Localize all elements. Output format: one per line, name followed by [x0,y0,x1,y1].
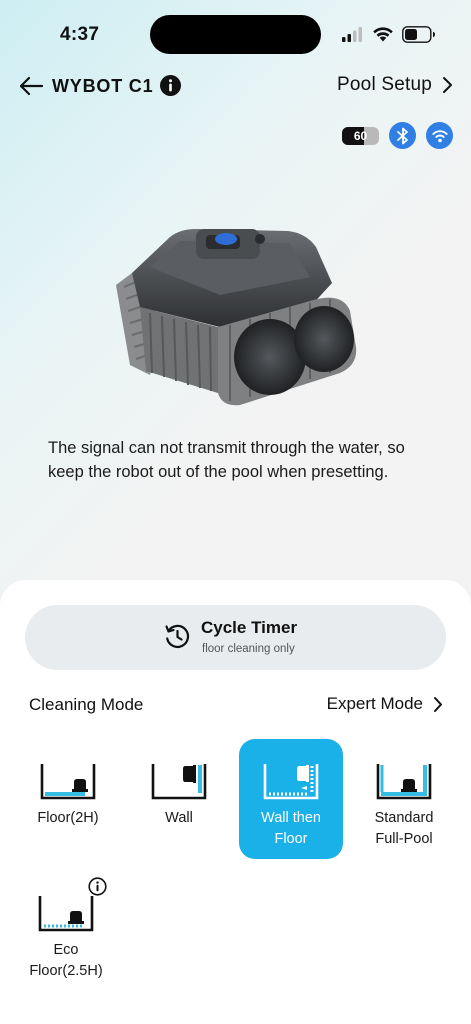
chevron-right-icon [443,77,452,93]
cycle-timer-subtitle: floor cleaning only [202,643,295,655]
cycle-timer-icon [165,624,190,648]
wall-mode-icon [151,764,207,800]
wifi-status-icon [373,27,393,42]
mode-wall-then-floor[interactable]: Wall then Floor [239,739,343,859]
status-bar: 4:37 [0,0,471,70]
info-icon[interactable] [88,877,107,896]
full-pool-mode-icon [376,764,432,800]
dynamic-island [150,15,321,54]
mode-label: Wall then Floor [261,810,321,847]
pool-robot-image [116,229,357,406]
cycle-timer-title: Cycle Timer [201,618,298,637]
top-nav: WYBOT C1 Pool Setup [0,70,471,102]
expert-mode-link[interactable]: Expert Mode [327,694,443,714]
mode-standard-full-pool[interactable]: Standard Full-Pool [352,740,456,860]
mode-label: Floor(2H) [37,810,99,826]
wall-then-floor-mode-icon [263,764,319,800]
robot-battery-level: 60 [353,128,368,143]
mode-label: Eco Floor(2.5H) [29,942,103,979]
mode-label: Standard Full-Pool [374,810,434,847]
battery-status-icon [402,26,435,43]
mode-floor-2h[interactable]: Floor(2H) [16,740,120,840]
pool-setup-label: Pool Setup [337,74,432,95]
cleaning-mode-title: Cleaning Mode [29,695,144,714]
signal-notice: The signal can not transmit through the … [48,439,405,481]
robot-battery-indicator: 60 [342,126,379,145]
status-time: 4:37 [60,24,100,45]
device-indicators: 60 [342,122,453,149]
cleaning-mode-header: Cleaning Mode Expert Mode [29,694,449,718]
bluetooth-icon [389,122,416,149]
chevron-right-icon [434,696,442,712]
wifi-icon [426,122,453,149]
expert-mode-label: Expert Mode [326,694,423,713]
back-arrow-icon[interactable] [18,74,44,98]
pool-setup-link[interactable]: Pool Setup [337,74,453,96]
eco-floor-mode-icon [38,896,94,932]
cellular-signal-icon [342,27,362,42]
mode-wall[interactable]: Wall [127,740,231,840]
mode-label: Wall [165,810,193,826]
control-sheet: Cycle Timer floor cleaning only Cleaning… [0,580,471,1024]
info-icon[interactable] [160,75,181,96]
floor-mode-icon [40,764,96,800]
device-name: WYBOT C1 [52,76,154,96]
mode-eco-floor[interactable]: Eco Floor(2.5H) [14,874,118,984]
cycle-timer-button[interactable]: Cycle Timer floor cleaning only [25,605,446,670]
